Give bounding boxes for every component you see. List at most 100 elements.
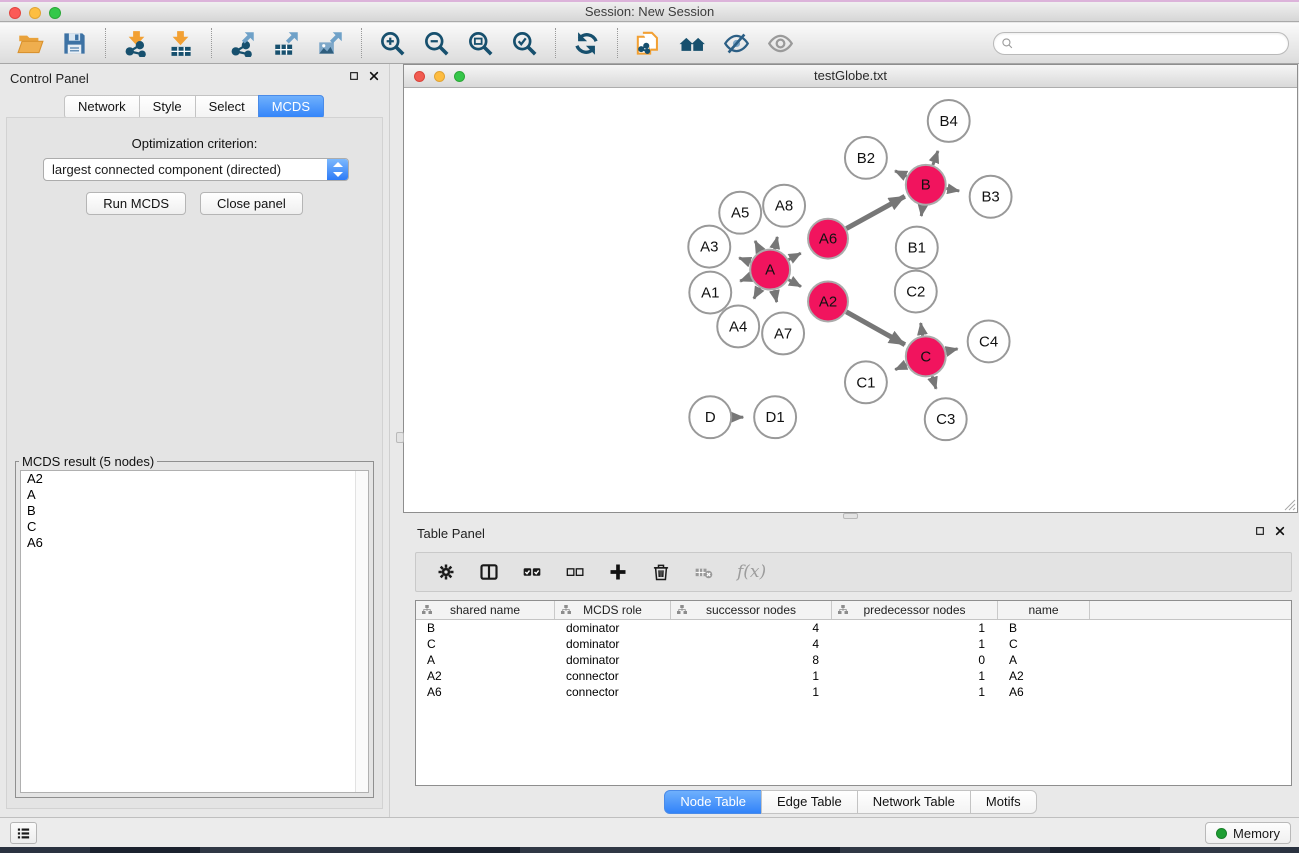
graph-edge[interactable] xyxy=(895,171,907,176)
zoom-in-button[interactable] xyxy=(379,30,406,57)
graph-node-A3[interactable]: A3 xyxy=(688,226,730,268)
table-cell[interactable]: C xyxy=(998,636,1090,652)
split-columns-button[interactable] xyxy=(479,562,499,582)
table-cell[interactable]: 1 xyxy=(832,636,998,652)
graph-node-D[interactable]: D xyxy=(689,396,731,438)
graph-edge[interactable] xyxy=(921,323,923,336)
deselect-all-button[interactable] xyxy=(565,562,585,582)
graph-edge[interactable] xyxy=(846,196,904,228)
graph-node-C2[interactable]: C2 xyxy=(895,271,937,313)
column-header-predecessor-nodes[interactable]: predecessor nodes xyxy=(832,601,998,619)
table-cell[interactable]: A xyxy=(998,652,1090,668)
table-cell[interactable]: dominator xyxy=(555,636,671,652)
graph-edge[interactable] xyxy=(788,280,800,287)
table-cell[interactable]: connector xyxy=(555,668,671,684)
table-cell[interactable]: A xyxy=(416,652,555,668)
resize-grip-icon[interactable] xyxy=(1284,499,1296,511)
table-cell[interactable]: B xyxy=(998,620,1090,636)
clone-network-button[interactable] xyxy=(635,30,662,57)
select-all-button[interactable] xyxy=(522,562,542,582)
close-window-button[interactable] xyxy=(9,7,21,19)
graph-node-A5[interactable]: A5 xyxy=(719,192,761,234)
network-zoom-button[interactable] xyxy=(454,71,465,82)
column-header-shared-name[interactable]: shared name xyxy=(416,601,555,619)
result-list-scrollbar[interactable] xyxy=(355,471,368,792)
table-cell[interactable]: 4 xyxy=(671,636,832,652)
delete-button[interactable] xyxy=(651,562,671,582)
graph-edge[interactable] xyxy=(774,290,776,302)
graph-node-A8[interactable]: A8 xyxy=(763,185,805,227)
tab-node-table[interactable]: Node Table xyxy=(664,790,762,814)
graph-edge[interactable] xyxy=(739,258,750,262)
table-cell[interactable]: 0 xyxy=(832,652,998,668)
column-header-MCDS-role[interactable]: MCDS role xyxy=(555,601,671,619)
graph-node-B4[interactable]: B4 xyxy=(928,100,970,142)
memory-button[interactable]: Memory xyxy=(1205,822,1291,844)
network-graph[interactable]: B4 B2 B B3 A5 A8 A6 B1 A3 A C2 A1 A2 xyxy=(404,89,1297,512)
table-cell[interactable]: 4 xyxy=(671,620,832,636)
graph-node-A4[interactable]: A4 xyxy=(717,305,759,347)
graph-node-C[interactable]: C xyxy=(906,336,946,376)
table-row[interactable]: Bdominator41B xyxy=(416,620,1291,636)
graph-node-B[interactable]: B xyxy=(906,165,946,205)
graph-node-A1[interactable]: A1 xyxy=(689,272,731,314)
table-row[interactable]: A6connector11A6 xyxy=(416,684,1291,700)
graph-node-C3[interactable]: C3 xyxy=(925,398,967,440)
graph-node-B3[interactable]: B3 xyxy=(970,176,1012,218)
close-panel-icon[interactable] xyxy=(369,71,379,81)
network-window-titlebar[interactable]: testGlobe.txt xyxy=(404,65,1297,88)
table-cell[interactable]: A2 xyxy=(416,668,555,684)
minimize-window-button[interactable] xyxy=(29,7,41,19)
network-canvas[interactable]: B4 B2 B B3 A5 A8 A6 B1 A3 A C2 A1 A2 xyxy=(404,89,1297,512)
export-image-button[interactable] xyxy=(317,30,344,57)
graph-edge[interactable] xyxy=(921,206,922,216)
mcds-result-list[interactable]: A2ABCA6 xyxy=(20,470,369,793)
close-panel-button[interactable]: Close panel xyxy=(200,192,303,215)
graph-node-B2[interactable]: B2 xyxy=(845,137,887,179)
mcds-result-item[interactable]: C xyxy=(21,519,368,535)
open-session-button[interactable] xyxy=(17,30,44,57)
tab-select[interactable]: Select xyxy=(195,95,259,119)
mcds-result-item[interactable]: A6 xyxy=(21,535,368,551)
column-header-successor-nodes[interactable]: successor nodes xyxy=(671,601,832,619)
export-table-button[interactable] xyxy=(273,30,300,57)
home-networks-button[interactable] xyxy=(679,30,706,57)
table-row[interactable]: A2connector11A2 xyxy=(416,668,1291,684)
graph-edge[interactable] xyxy=(932,376,936,388)
search-box[interactable] xyxy=(993,32,1289,55)
graph-node-D1[interactable]: D1 xyxy=(754,396,796,438)
table-cell[interactable]: 1 xyxy=(671,668,832,684)
table-cell[interactable]: 1 xyxy=(832,684,998,700)
zoom-out-button[interactable] xyxy=(423,30,450,57)
table-cell[interactable]: A6 xyxy=(998,684,1090,700)
graph-edge[interactable] xyxy=(740,277,750,281)
graph-edge[interactable] xyxy=(946,349,957,352)
tab-network[interactable]: Network xyxy=(64,95,140,119)
refresh-button[interactable] xyxy=(573,30,600,57)
graph-edge[interactable] xyxy=(775,237,778,249)
graph-edge[interactable] xyxy=(755,241,760,251)
float-panel-icon[interactable] xyxy=(349,71,359,81)
graph-edge[interactable] xyxy=(754,288,760,299)
hide-selected-button[interactable] xyxy=(723,30,750,57)
tab-motifs[interactable]: Motifs xyxy=(970,790,1037,814)
search-input[interactable] xyxy=(1014,34,1288,52)
graph-node-C4[interactable]: C4 xyxy=(968,320,1010,362)
criterion-dropdown[interactable]: largest connected component (directed) xyxy=(43,158,349,181)
tab-style[interactable]: Style xyxy=(139,95,196,119)
table-cell[interactable]: dominator xyxy=(555,620,671,636)
tab-mcds[interactable]: MCDS xyxy=(258,95,324,119)
table-cell[interactable]: A2 xyxy=(998,668,1090,684)
table-cell[interactable]: 1 xyxy=(671,684,832,700)
network-close-button[interactable] xyxy=(414,71,425,82)
table-cell[interactable]: C xyxy=(416,636,555,652)
mcds-result-item[interactable]: A xyxy=(21,487,368,503)
task-history-button[interactable] xyxy=(10,822,37,844)
run-mcds-button[interactable]: Run MCDS xyxy=(86,192,186,215)
column-header-name[interactable]: name xyxy=(998,601,1090,619)
zoom-fit-button[interactable] xyxy=(467,30,494,57)
table-cell[interactable]: dominator xyxy=(555,652,671,668)
float-table-panel-icon[interactable] xyxy=(1255,526,1265,536)
graph-edge[interactable] xyxy=(789,253,801,259)
graph-edge[interactable] xyxy=(846,312,905,345)
